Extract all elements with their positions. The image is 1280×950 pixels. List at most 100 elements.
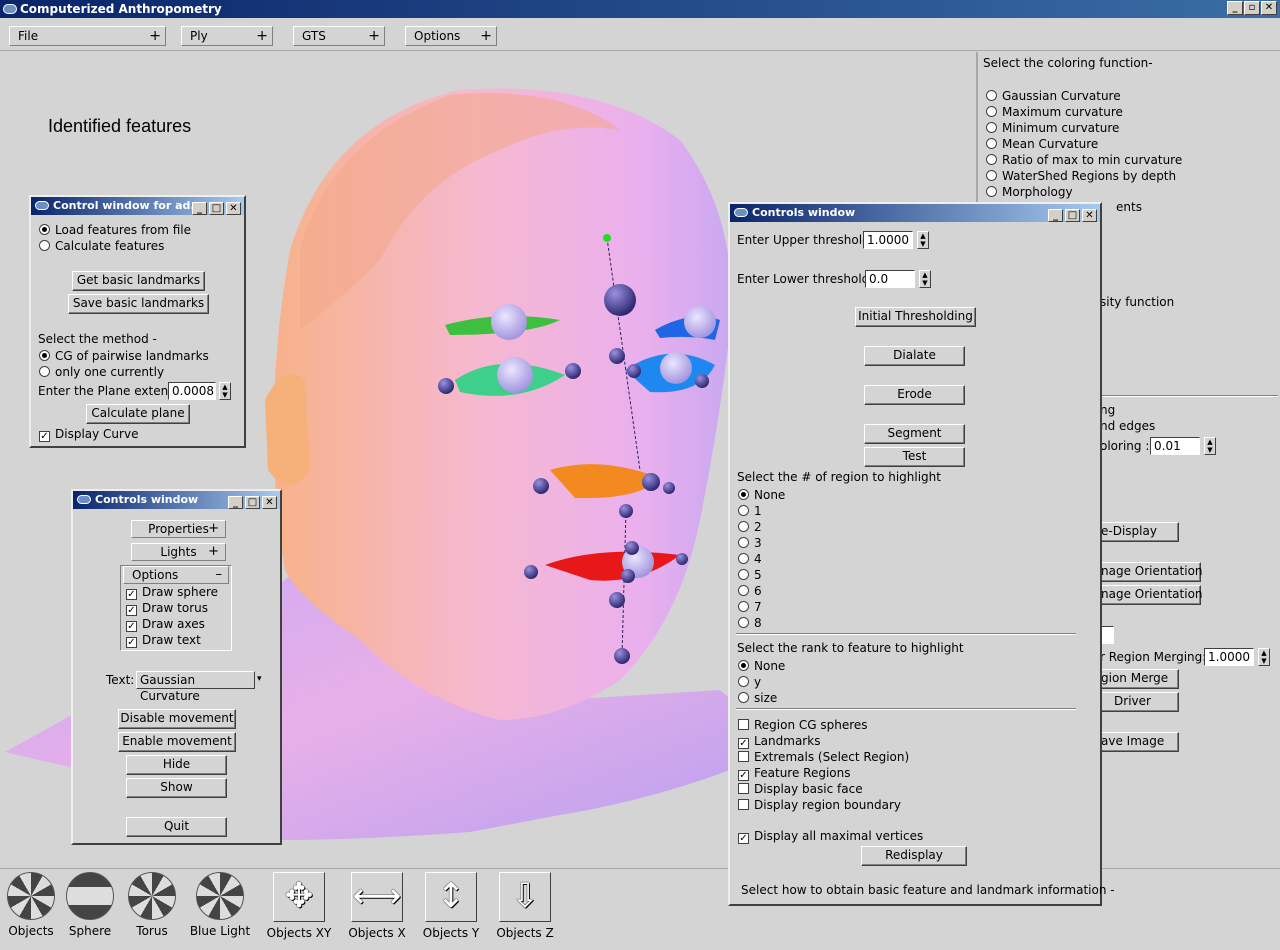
coloring-option[interactable]: Gaussian Curvature	[986, 88, 1182, 104]
plane-extent-spinner[interactable]: ▲ ▼	[219, 382, 231, 400]
maximal-vertices-checkbox[interactable]: ✓ Display all maximal vertices	[738, 829, 923, 844]
region-radio[interactable]: 7	[738, 599, 785, 615]
plane-extent-input[interactable]: 0.0008	[168, 382, 216, 400]
features-window-titlebar[interactable]: Control window for ad... _ □ ✕	[31, 197, 244, 215]
initial-thresholding-button[interactable]: Initial Thresholding	[855, 307, 976, 327]
close-button[interactable]: ✕	[226, 202, 241, 215]
lower-threshold-spinner[interactable]: ▲ ▼	[919, 270, 931, 288]
close-button[interactable]: ✕	[1082, 209, 1097, 222]
region-radio[interactable]: 8	[738, 615, 785, 631]
menu-file-label: File	[18, 29, 39, 43]
load-features-radio[interactable]: Load features from file	[39, 223, 191, 237]
save-landmarks-button[interactable]: Save basic landmarks	[68, 294, 209, 314]
coloring-option[interactable]: Morphology	[986, 184, 1182, 200]
enable-movement-button[interactable]: Enable movement	[118, 732, 236, 752]
close-button[interactable]: ✕	[1261, 1, 1277, 15]
lower-threshold-input[interactable]: 0.0	[865, 270, 915, 288]
maximize-button[interactable]: □	[245, 496, 260, 509]
rank-radio[interactable]: size	[738, 690, 785, 706]
close-button[interactable]: ✕	[262, 496, 277, 509]
window-icon	[77, 495, 91, 504]
objects-tool[interactable]: Objects	[2, 872, 60, 938]
region-radio[interactable]: 2	[738, 519, 785, 535]
region-merging-input[interactable]: 1.0000	[1204, 648, 1254, 666]
plus-icon: +	[208, 544, 219, 559]
upper-threshold-spinner[interactable]: ▲ ▼	[917, 231, 929, 249]
region-radio[interactable]: 4	[738, 551, 785, 567]
method-cg-radio[interactable]: CG of pairwise landmarks	[39, 349, 209, 363]
extremals-checkbox[interactable]: Extremals (Select Region)	[738, 749, 909, 765]
region-cg-spheres-checkbox[interactable]: Region CG spheres	[738, 717, 909, 733]
segment-button[interactable]: Segment	[864, 424, 965, 444]
coloring-option[interactable]: Minimum curvature	[986, 120, 1182, 136]
overlay-title: Identified features	[48, 116, 192, 136]
coloring-option[interactable]: Ratio of max to min curvature	[986, 152, 1182, 168]
calculate-features-radio[interactable]: Calculate features	[39, 239, 164, 253]
disable-movement-button[interactable]: Disable movement	[118, 709, 236, 729]
region-radio[interactable]: None	[738, 487, 785, 503]
region-radio[interactable]: 1	[738, 503, 785, 519]
test-button[interactable]: Test	[864, 447, 965, 467]
show-button[interactable]: Show	[126, 778, 227, 798]
objects-xy-tool[interactable]: ✥ Objects XY	[264, 872, 334, 940]
dropdown-arrow-icon[interactable]: ▾	[257, 674, 262, 684]
minimize-button[interactable]: _	[228, 496, 243, 509]
rank-radio[interactable]: None	[738, 658, 785, 674]
coloring-value-input[interactable]: 0.01	[1150, 437, 1200, 455]
basic-face-checkbox[interactable]: Display basic face	[738, 781, 909, 797]
blue-light-tool[interactable]: Blue Light	[188, 872, 252, 938]
quit-button[interactable]: Quit	[126, 817, 227, 837]
draw-sphere-checkbox[interactable]: ✓ Draw sphere	[126, 584, 218, 600]
menu-gts[interactable]: GTS +	[293, 26, 385, 46]
coloring-spinner[interactable]: ▲ ▼	[1204, 437, 1216, 455]
maximize-button[interactable]: □	[209, 202, 224, 215]
hide-button[interactable]: Hide	[126, 755, 227, 775]
maximize-button[interactable]: □	[1065, 209, 1080, 222]
region-radio[interactable]: 5	[738, 567, 785, 583]
calculate-plane-button[interactable]: Calculate plane	[86, 404, 190, 424]
region-boundary-checkbox[interactable]: Display region boundary	[738, 797, 909, 813]
objects-z-tool[interactable]: ⇩ Objects Z	[494, 872, 556, 940]
get-landmarks-button[interactable]: Get basic landmarks	[72, 271, 205, 291]
controls-main-titlebar[interactable]: Controls window _ □ ✕	[730, 204, 1100, 222]
coloring-option[interactable]: WaterShed Regions by depth	[986, 168, 1182, 184]
lights-section[interactable]: Lights +	[131, 543, 226, 561]
menu-options[interactable]: Options +	[405, 26, 497, 46]
text-select[interactable]: Gaussian Curvature	[136, 671, 255, 703]
objects-x-tool[interactable]: ⟷ Objects X	[346, 872, 408, 940]
minimize-button[interactable]: _	[192, 202, 207, 215]
menu-ply[interactable]: Ply +	[181, 26, 273, 46]
options-section[interactable]: Options –	[123, 566, 229, 584]
coloring-option[interactable]: Maximum curvature	[986, 104, 1182, 120]
menu-file[interactable]: File +	[9, 26, 166, 46]
properties-section[interactable]: Properties +	[131, 520, 226, 538]
draw-text-checkbox[interactable]: ✓ Draw text	[126, 632, 218, 648]
menu-ply-label: Ply	[190, 29, 208, 43]
minimize-button[interactable]: _	[1048, 209, 1063, 222]
region-merging-spinner[interactable]: ▲ ▼	[1258, 648, 1270, 666]
coloring-option[interactable]: Mean Curvature	[986, 136, 1182, 152]
restore-button[interactable]: ▫	[1244, 1, 1260, 15]
minimize-button[interactable]: _	[1227, 1, 1243, 15]
region-radio[interactable]: 6	[738, 583, 785, 599]
dialate-button[interactable]: Dialate	[864, 346, 965, 366]
partial-ents: ents	[1116, 200, 1142, 214]
landmarks-checkbox[interactable]: ✓ Landmarks	[738, 733, 909, 749]
draw-torus-checkbox[interactable]: ✓ Draw torus	[126, 600, 218, 616]
torus-tool[interactable]: Torus	[124, 872, 180, 938]
upper-threshold-input[interactable]: 1.0000	[863, 231, 913, 249]
image-orientation-button-1[interactable]: nage Orientation	[1086, 562, 1203, 582]
display-curve-checkbox[interactable]: ✓ Display Curve	[39, 427, 138, 442]
partial-input[interactable]	[1100, 626, 1114, 644]
sphere-tool[interactable]: Sphere	[62, 872, 118, 938]
erode-button[interactable]: Erode	[864, 385, 965, 405]
feature-regions-checkbox[interactable]: ✓ Feature Regions	[738, 765, 909, 781]
rank-radio[interactable]: y	[738, 674, 785, 690]
region-radio[interactable]: 3	[738, 535, 785, 551]
method-only-one-radio[interactable]: only one currently	[39, 365, 164, 379]
redisplay-button[interactable]: Redisplay	[861, 846, 967, 866]
controls-small-titlebar[interactable]: Controls window _ □ ✕	[73, 491, 280, 509]
image-orientation-button-2[interactable]: nage Orientation	[1086, 585, 1203, 605]
draw-axes-checkbox[interactable]: ✓ Draw axes	[126, 616, 218, 632]
objects-y-tool[interactable]: ↕ Objects Y	[420, 872, 482, 940]
